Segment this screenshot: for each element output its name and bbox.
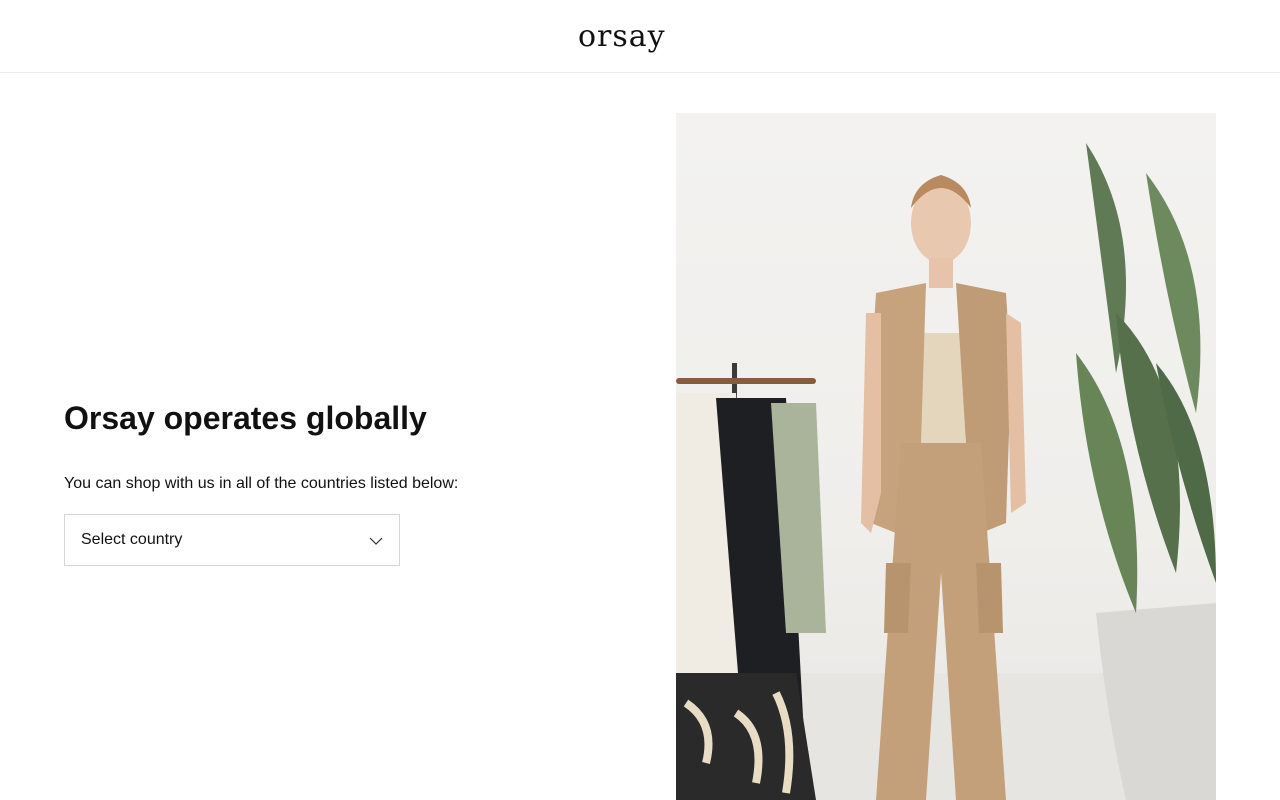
hero-image <box>676 113 1216 800</box>
hero-illustration <box>676 143 1216 800</box>
country-select[interactable]: Select country <box>64 514 400 566</box>
page-description: You can shop with us in all of the count… <box>64 475 459 492</box>
site-header: orsay <box>0 0 1280 73</box>
orsay-logo[interactable]: orsay <box>578 22 702 58</box>
orsay-logo-icon: orsay <box>578 22 666 54</box>
logo-text: orsay <box>578 22 666 54</box>
country-selector-section: Orsay operates globally You can shop wit… <box>64 400 624 493</box>
country-select-placeholder: Select country <box>81 531 183 548</box>
page-title: Orsay operates globally <box>64 400 427 436</box>
chevron-down-icon <box>369 537 383 545</box>
